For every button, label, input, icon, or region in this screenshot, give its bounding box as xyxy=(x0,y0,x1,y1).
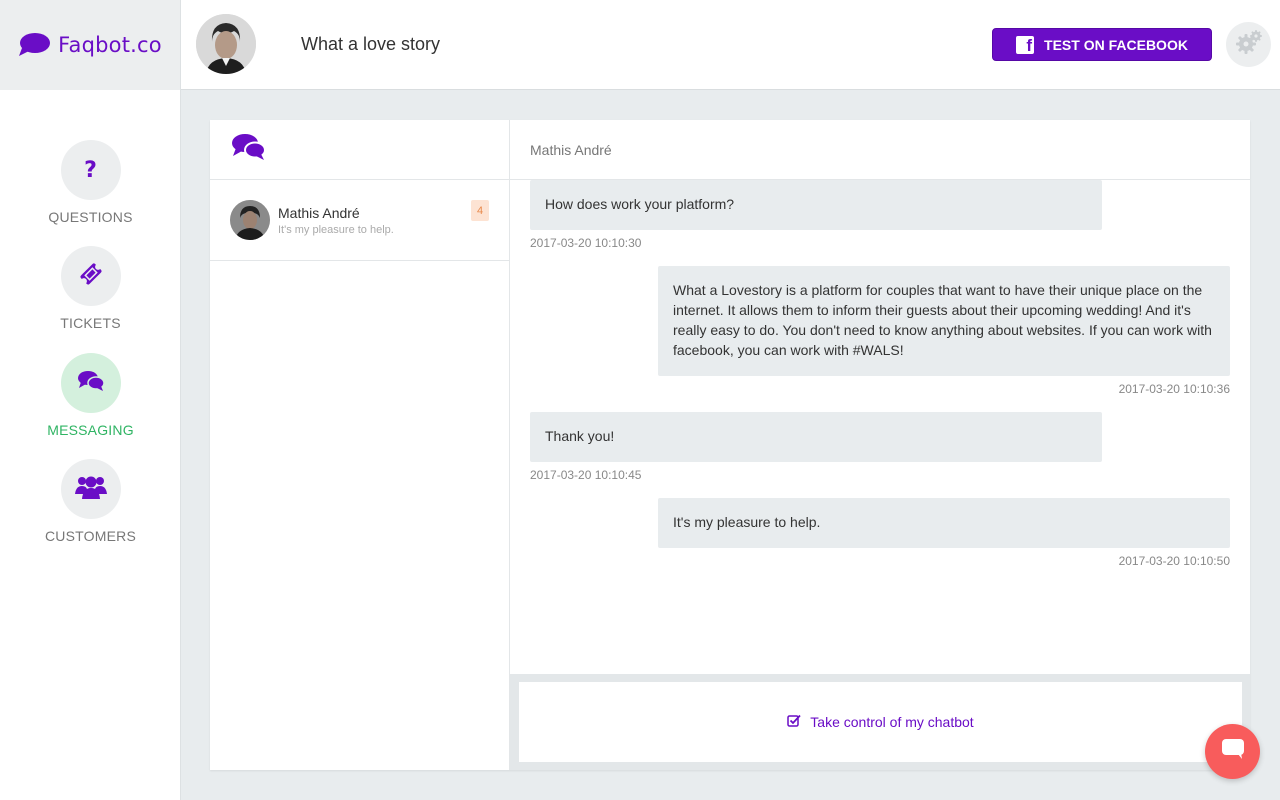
top-bar: What a love story f TEST ON FACEBOOK xyxy=(181,0,1280,90)
sidebar-item-messaging[interactable]: MESSAGING xyxy=(0,353,181,438)
take-control-label: Take control of my chatbot xyxy=(810,714,974,730)
checkbox-icon xyxy=(787,714,801,730)
message-outgoing: It's my pleasure to help. xyxy=(658,498,1230,548)
conversation-preview: It's my pleasure to help. xyxy=(278,224,394,236)
conversation-list-header xyxy=(210,120,509,180)
unread-badge: 4 xyxy=(471,200,489,221)
message-outgoing: What a Lovestory is a platform for coupl… xyxy=(658,266,1230,376)
users-icon xyxy=(74,474,107,505)
sidebar-item-tickets[interactable]: TICKETS xyxy=(0,246,181,331)
brand-name: Faqbot.co xyxy=(58,33,162,57)
sidebar-item-label: QUESTIONS xyxy=(48,209,133,225)
message-timestamp: 2017-03-20 10:10:50 xyxy=(1118,554,1230,568)
speech-bubble-icon xyxy=(18,32,52,58)
avatar xyxy=(230,200,270,240)
chat-footer: Take control of my chatbot xyxy=(510,674,1250,770)
message-incoming: Thank you! xyxy=(530,412,1102,462)
gears-icon xyxy=(1235,29,1263,60)
take-control-button[interactable]: Take control of my chatbot xyxy=(519,682,1242,762)
nav-circle xyxy=(60,246,121,306)
sidebar-item-customers[interactable]: CUSTOMERS xyxy=(0,459,181,544)
chat-panel: Mathis André How does work your platform… xyxy=(510,120,1250,770)
message-incoming: How does work your platform? xyxy=(530,180,1102,230)
nav-circle xyxy=(60,459,121,519)
messaging-panel: Mathis André It's my pleasure to help. 4… xyxy=(210,120,1250,770)
sidebar: ? QUESTIONS TICKETS MESSAGING CUSTOMERS xyxy=(0,90,181,800)
conversation-list: Mathis André It's my pleasure to help. 4 xyxy=(210,120,510,770)
chat-contact-name: Mathis André xyxy=(510,120,1250,180)
comments-icon xyxy=(230,132,268,167)
ticket-icon xyxy=(76,259,106,294)
conversation-name: Mathis André xyxy=(278,205,360,221)
comments-icon xyxy=(76,369,106,398)
facebook-icon: f xyxy=(1016,35,1035,55)
sidebar-item-label: TICKETS xyxy=(60,315,121,331)
nav-circle xyxy=(60,353,121,413)
sidebar-item-label: CUSTOMERS xyxy=(45,528,136,544)
test-on-facebook-button[interactable]: f TEST ON FACEBOOK xyxy=(992,28,1212,61)
chat-launcher-button[interactable] xyxy=(1205,724,1260,779)
nav-circle: ? xyxy=(60,140,121,200)
settings-button[interactable] xyxy=(1226,22,1271,67)
sidebar-item-label: MESSAGING xyxy=(47,422,134,438)
bot-name: What a love story xyxy=(301,34,441,54)
chat-bubble-icon xyxy=(1221,738,1245,765)
message-timestamp: 2017-03-20 10:10:45 xyxy=(530,468,642,482)
logo[interactable]: Faqbot.co xyxy=(0,0,181,90)
conversation-item[interactable]: Mathis André It's my pleasure to help. 4 xyxy=(210,180,509,261)
test-on-facebook-label: TEST ON FACEBOOK xyxy=(1044,36,1188,53)
message-timestamp: 2017-03-20 10:10:30 xyxy=(530,236,642,250)
bot-avatar[interactable] xyxy=(196,14,256,74)
message-timestamp: 2017-03-20 10:10:36 xyxy=(1118,382,1230,396)
sidebar-item-questions[interactable]: ? QUESTIONS xyxy=(0,140,181,225)
question-mark-icon: ? xyxy=(84,157,97,183)
